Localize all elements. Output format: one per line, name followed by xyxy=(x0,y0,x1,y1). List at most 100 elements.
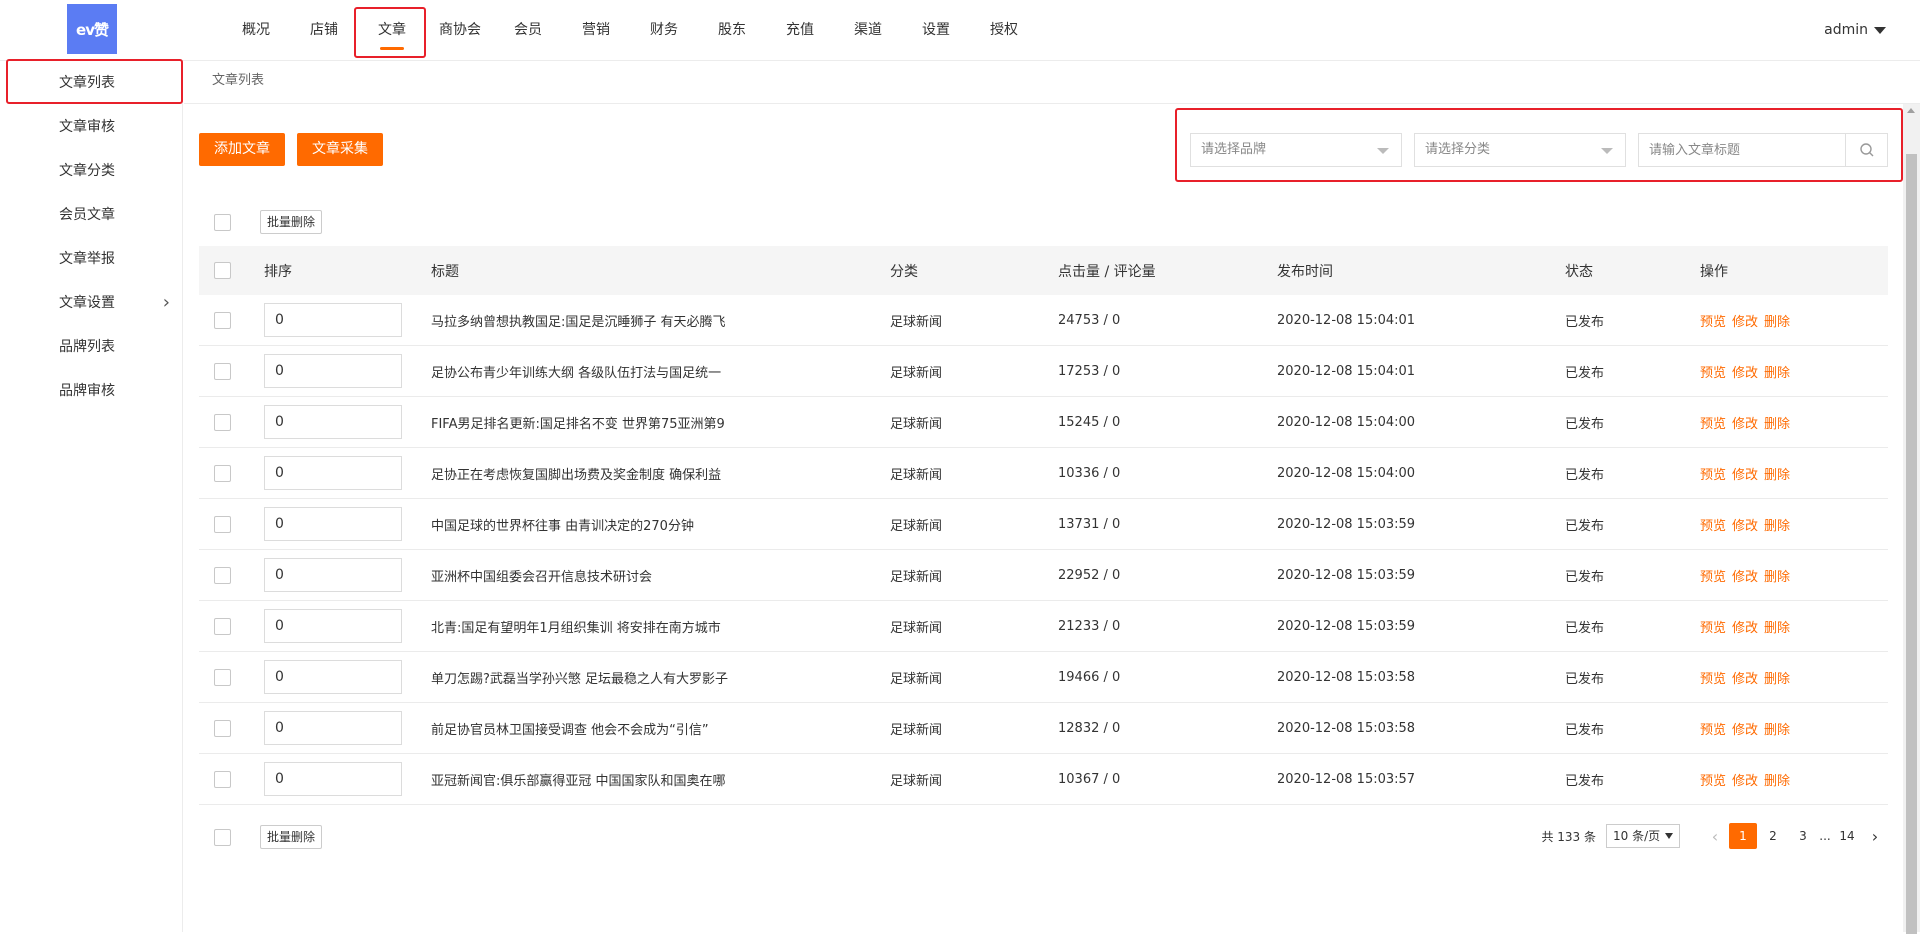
preview-link[interactable]: 预览 xyxy=(1700,570,1726,585)
row-checkbox[interactable] xyxy=(214,464,231,482)
preview-link[interactable]: 预览 xyxy=(1700,519,1726,534)
delete-link[interactable]: 删除 xyxy=(1764,723,1790,738)
sidebar-item-0[interactable]: 文章列表 xyxy=(0,61,182,105)
sidebar-item-5[interactable]: 文章设置 › xyxy=(0,281,182,325)
search-input[interactable] xyxy=(1639,134,1845,166)
preview-link[interactable]: 预览 xyxy=(1700,315,1726,330)
sort-order-input[interactable] xyxy=(264,762,402,796)
delete-link[interactable]: 删除 xyxy=(1764,519,1790,534)
row-checkbox[interactable] xyxy=(214,668,231,686)
nav-item-5[interactable]: 营销 xyxy=(562,0,630,60)
sidebar-item-3[interactable]: 会员文章 xyxy=(0,193,182,237)
delete-link[interactable]: 删除 xyxy=(1764,468,1790,483)
sidebar-item-1[interactable]: 文章审核 xyxy=(0,105,182,149)
scroll-up-icon[interactable] xyxy=(1907,108,1915,113)
header-select-all-checkbox[interactable] xyxy=(214,262,231,279)
edit-link[interactable]: 修改 xyxy=(1732,723,1758,738)
search-box xyxy=(1638,133,1888,167)
row-checkbox[interactable] xyxy=(214,311,231,329)
nav-item-9[interactable]: 渠道 xyxy=(834,0,902,60)
scrollbar[interactable] xyxy=(1903,104,1920,934)
nav-item-10[interactable]: 设置 xyxy=(902,0,970,60)
nav-item-4[interactable]: 会员 xyxy=(494,0,562,60)
select-all-checkbox-top[interactable] xyxy=(214,214,231,231)
sort-order-input[interactable] xyxy=(264,711,402,745)
nav-item-3[interactable]: 商协会 xyxy=(426,0,494,60)
sidebar-item-2[interactable]: 文章分类 xyxy=(0,149,182,193)
edit-link[interactable]: 修改 xyxy=(1732,417,1758,432)
preview-link[interactable]: 预览 xyxy=(1700,774,1726,789)
nav-item-6[interactable]: 财务 xyxy=(630,0,698,60)
sidebar-item-7[interactable]: 品牌审核 xyxy=(0,369,182,413)
row-checkbox[interactable] xyxy=(214,719,231,737)
collect-article-button[interactable]: 文章采集 xyxy=(297,133,383,166)
delete-link[interactable]: 删除 xyxy=(1764,621,1790,636)
nav-item-0[interactable]: 概况 xyxy=(222,0,290,60)
preview-link[interactable]: 预览 xyxy=(1700,417,1726,432)
page-button-2[interactable]: 2 xyxy=(1759,823,1787,849)
page-button-1[interactable]: 1 xyxy=(1729,823,1757,849)
sidebar-item-4[interactable]: 文章举报 xyxy=(0,237,182,281)
batch-delete-button-top[interactable]: 批量删除 xyxy=(260,210,323,234)
category-select[interactable]: 请选择分类 xyxy=(1414,133,1626,167)
page-button-3[interactable]: 3 xyxy=(1789,823,1817,849)
preview-link[interactable]: 预览 xyxy=(1700,366,1726,381)
delete-link[interactable]: 删除 xyxy=(1764,672,1790,687)
batch-delete-button-bottom[interactable]: 批量删除 xyxy=(260,825,323,849)
delete-link[interactable]: 删除 xyxy=(1764,774,1790,789)
sort-order-input[interactable] xyxy=(264,303,402,337)
sort-order-input[interactable] xyxy=(264,558,402,592)
article-clicks: 22952 / 0 xyxy=(1058,567,1121,583)
row-checkbox[interactable] xyxy=(214,515,231,533)
add-article-button[interactable]: 添加文章 xyxy=(199,133,285,166)
edit-link[interactable]: 修改 xyxy=(1732,468,1758,483)
search-button[interactable] xyxy=(1845,134,1887,166)
sort-order-input[interactable] xyxy=(264,405,402,439)
edit-link[interactable]: 修改 xyxy=(1732,519,1758,534)
pagination: 共 133 条 10 条/页 ‹ 123 ... 14 › xyxy=(1541,823,1888,849)
table-row: 亚冠新闻官:俱乐部赢得亚冠 中国国家队和国奥在哪 足球新闻 10367 / 0 202… xyxy=(199,754,1888,805)
brand-select[interactable]: 请选择品牌 xyxy=(1190,133,1402,167)
nav-item-11[interactable]: 授权 xyxy=(970,0,1038,60)
nav-item-7[interactable]: 股东 xyxy=(698,0,766,60)
sort-order-input[interactable] xyxy=(264,660,402,694)
delete-link[interactable]: 删除 xyxy=(1764,570,1790,585)
scrollbar-thumb[interactable] xyxy=(1906,154,1917,934)
select-all-checkbox-bottom[interactable] xyxy=(214,829,231,846)
page-size-select[interactable]: 10 条/页 xyxy=(1606,824,1680,848)
next-page-button[interactable]: › xyxy=(1862,827,1888,846)
row-checkbox[interactable] xyxy=(214,770,231,788)
article-clicks: 15245 / 0 xyxy=(1058,414,1121,430)
row-checkbox[interactable] xyxy=(214,617,231,635)
article-category: 足球新闻 xyxy=(890,467,943,483)
delete-link[interactable]: 删除 xyxy=(1764,366,1790,381)
edit-link[interactable]: 修改 xyxy=(1732,672,1758,687)
preview-link[interactable]: 预览 xyxy=(1700,468,1726,483)
nav-item-2[interactable]: 文章 xyxy=(358,0,426,60)
preview-link[interactable]: 预览 xyxy=(1700,723,1726,738)
sort-order-input[interactable] xyxy=(264,609,402,643)
edit-link[interactable]: 修改 xyxy=(1732,366,1758,381)
delete-link[interactable]: 删除 xyxy=(1764,315,1790,330)
edit-link[interactable]: 修改 xyxy=(1732,315,1758,330)
delete-link[interactable]: 删除 xyxy=(1764,417,1790,432)
row-checkbox[interactable] xyxy=(214,362,231,380)
app-logo[interactable]: ev赞 xyxy=(67,4,117,54)
user-menu[interactable]: admin xyxy=(1824,0,1886,60)
edit-link[interactable]: 修改 xyxy=(1732,570,1758,585)
edit-link[interactable]: 修改 xyxy=(1732,774,1758,789)
page-button-last[interactable]: 14 xyxy=(1833,823,1861,849)
row-checkbox[interactable] xyxy=(214,566,231,584)
edit-link[interactable]: 修改 xyxy=(1732,621,1758,636)
page-numbers: 123 xyxy=(1728,823,1818,849)
sort-order-input[interactable] xyxy=(264,456,402,490)
sort-order-input[interactable] xyxy=(264,507,402,541)
sidebar-item-6[interactable]: 品牌列表 xyxy=(0,325,182,369)
nav-item-8[interactable]: 充值 xyxy=(766,0,834,60)
sort-order-input[interactable] xyxy=(264,354,402,388)
row-checkbox[interactable] xyxy=(214,413,231,431)
preview-link[interactable]: 预览 xyxy=(1700,672,1726,687)
preview-link[interactable]: 预览 xyxy=(1700,621,1726,636)
prev-page-button[interactable]: ‹ xyxy=(1702,827,1728,846)
nav-item-1[interactable]: 店铺 xyxy=(290,0,358,60)
